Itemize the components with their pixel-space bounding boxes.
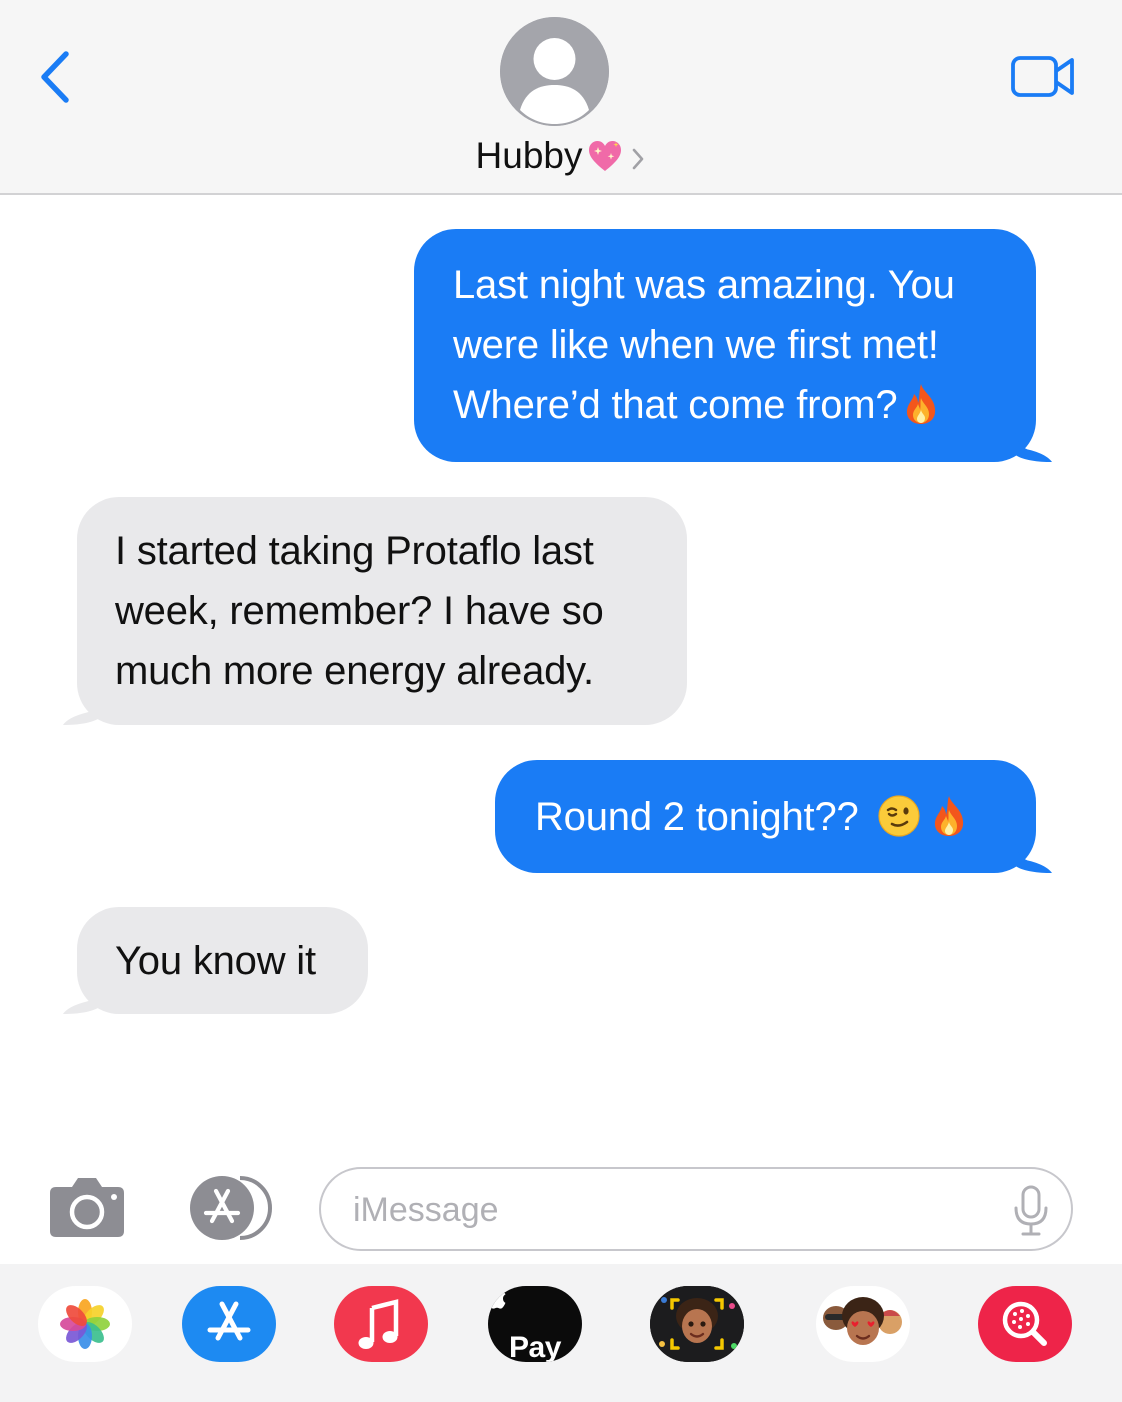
memoji-icon: [650, 1286, 744, 1362]
sparkling-heart-icon: [586, 138, 624, 186]
facetime-video-button[interactable]: [1010, 54, 1076, 100]
music-app-button[interactable]: [334, 1286, 428, 1362]
chevron-left-icon: [41, 51, 69, 103]
fire-emoji-icon: [931, 794, 967, 855]
camera-button[interactable]: [48, 1175, 126, 1239]
imessage-app-drawer: Pay: [0, 1264, 1122, 1402]
person-silhouette-icon: [500, 17, 609, 126]
message-line: much more energy already.: [115, 649, 594, 693]
image-search-icon: [1002, 1301, 1047, 1346]
memoji-stickers-icon: [823, 1297, 902, 1345]
message-input-container: [319, 1167, 1073, 1251]
contact-name: Hubby: [475, 135, 583, 176]
message-line: week, remember? I have so: [115, 589, 604, 633]
message-line: I started taking Protaflo last: [115, 529, 594, 573]
apple-pay-app-button[interactable]: Pay: [488, 1286, 582, 1362]
bubble-tail: [63, 978, 101, 1014]
camera-icon: [50, 1178, 124, 1237]
video-camera-icon: [1011, 56, 1074, 97]
apple-pay-label: Pay: [509, 1331, 561, 1362]
message-bubble-incoming[interactable]: I started taking Protaflo last week, rem…: [63, 497, 687, 725]
message-bubble-outgoing[interactable]: Last night was amazing. You were like wh…: [414, 229, 1052, 462]
contact-name-row[interactable]: Hubby: [0, 132, 1122, 186]
memoji-stickers-app-button[interactable]: [816, 1286, 910, 1362]
winking-face-emoji-icon: [877, 794, 921, 855]
message-bubble-incoming[interactable]: You know it: [63, 907, 368, 1014]
conversation-header: Hubby: [0, 0, 1122, 195]
message-line: Last night was amazing. You: [453, 263, 955, 307]
fire-emoji-icon: [903, 382, 939, 443]
image-search-app-button[interactable]: [978, 1286, 1072, 1362]
message-line: were like when we first met!: [453, 323, 939, 367]
bubble-tail: [1014, 426, 1052, 462]
apple-logo-icon: [488, 1286, 506, 1309]
message-line: Round 2 tonight??: [535, 787, 1006, 855]
app-store-icon: [190, 1176, 272, 1240]
memoji-app-button[interactable]: [650, 1286, 744, 1362]
bubble-tail: [63, 689, 101, 725]
app-store-app-button[interactable]: [182, 1286, 276, 1362]
photos-icon: [60, 1299, 110, 1349]
photos-app-button[interactable]: [38, 1286, 132, 1362]
apps-button[interactable]: [184, 1175, 278, 1241]
apple-pay-icon: Pay: [488, 1286, 582, 1362]
music-note-icon: [358, 1299, 399, 1349]
message-bubble-outgoing[interactable]: Round 2 tonight??: [495, 760, 1052, 873]
message-line: Where’d that come from?: [453, 375, 1000, 443]
dictation-button[interactable]: [1011, 1184, 1051, 1238]
microphone-icon: [1014, 1185, 1048, 1236]
app-store-icon: [207, 1301, 251, 1341]
back-button[interactable]: [30, 42, 84, 112]
message-line: You know it: [115, 939, 316, 983]
contact-avatar[interactable]: [500, 17, 609, 126]
chevron-right-icon: [630, 136, 646, 184]
bubble-tail: [1014, 837, 1052, 873]
message-input[interactable]: [353, 1187, 993, 1233]
